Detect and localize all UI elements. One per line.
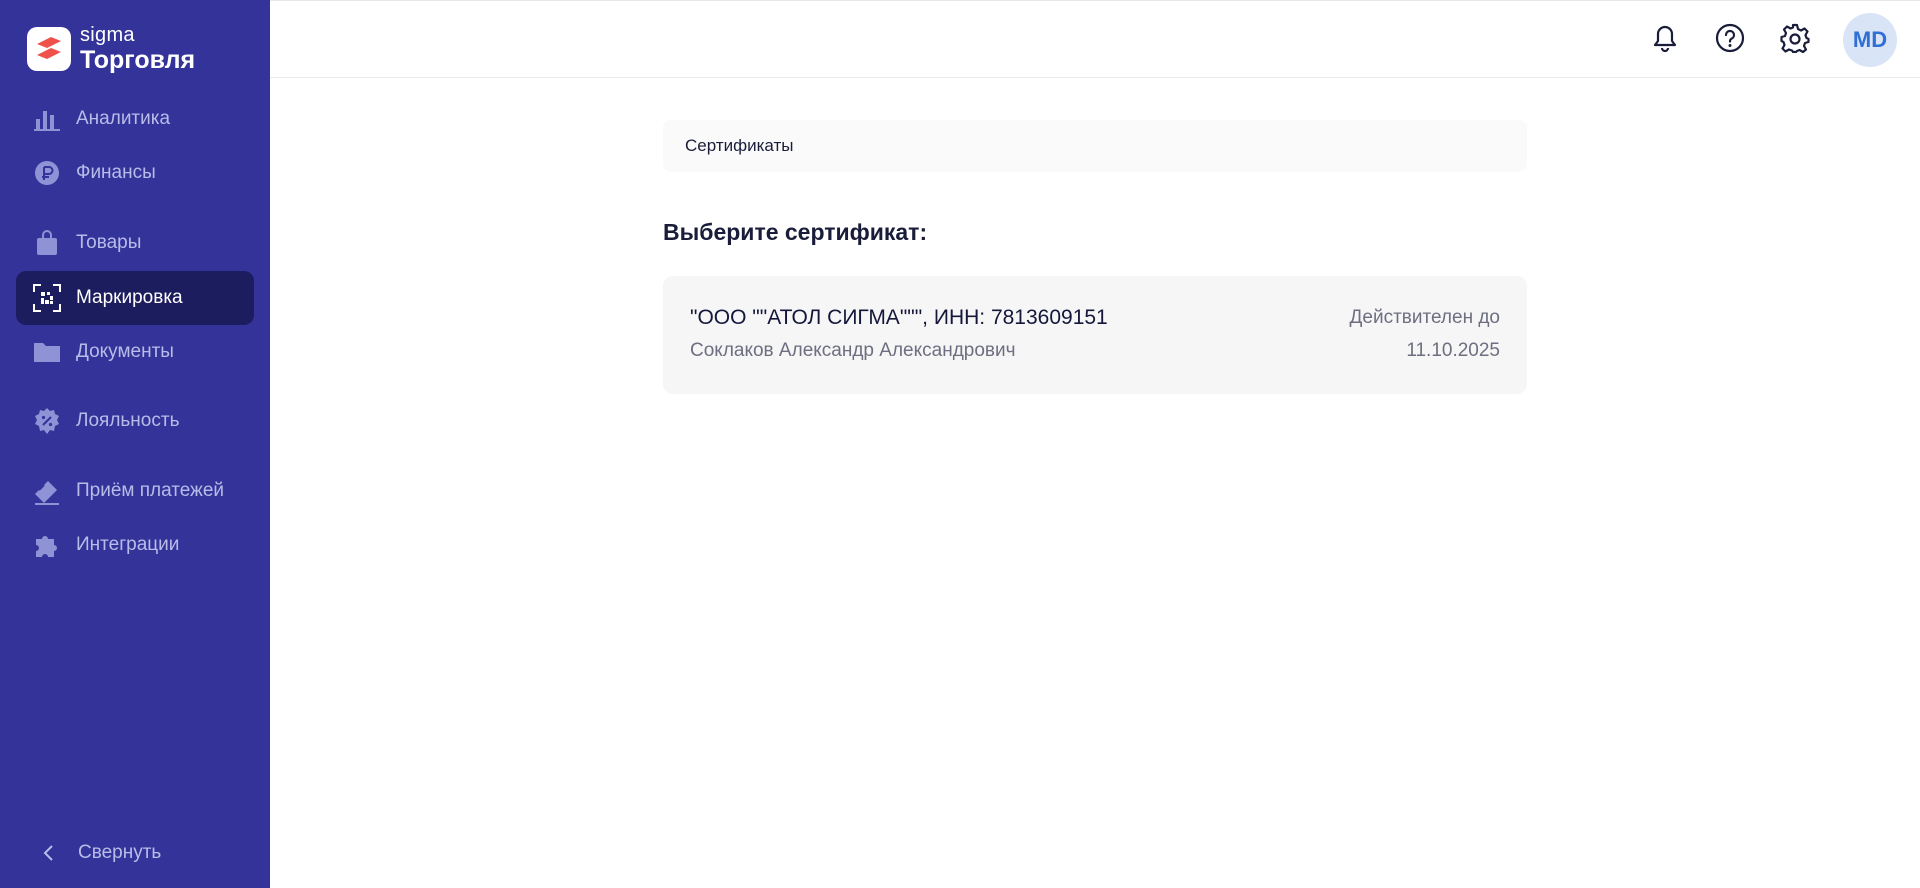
- sidebar-item-label: Аналитика: [76, 108, 171, 129]
- sidebar-item-marking[interactable]: Маркировка: [16, 271, 254, 325]
- bar-chart-icon: [32, 104, 62, 134]
- sidebar-item-analytics[interactable]: Аналитика: [16, 92, 254, 146]
- notifications-button[interactable]: [1646, 21, 1684, 59]
- payment-card-icon: [32, 476, 62, 506]
- sidebar-item-documents[interactable]: Документы: [16, 325, 254, 379]
- bell-icon: [1652, 24, 1678, 57]
- sidebar-item-integrations[interactable]: Интеграции: [16, 518, 254, 572]
- sigma-logo-icon: [27, 27, 71, 71]
- gear-icon: [1780, 23, 1810, 58]
- breadcrumb: Сертификаты: [663, 120, 1527, 172]
- sidebar-item-label: Приём платежей: [76, 480, 225, 501]
- settings-button[interactable]: [1776, 21, 1814, 59]
- breadcrumb-item[interactable]: Сертификаты: [685, 136, 793, 156]
- certificate-valid-label: Действителен до: [1349, 307, 1500, 328]
- top-header: MD: [270, 0, 1920, 78]
- help-icon: [1715, 23, 1745, 58]
- ruble-icon: [32, 158, 62, 188]
- sidebar-item-loyalty[interactable]: Лояльность: [16, 394, 254, 448]
- folder-icon: [32, 337, 62, 367]
- shopping-bag-icon: [32, 228, 62, 258]
- collapse-sidebar-button[interactable]: Свернуть: [16, 826, 254, 880]
- logo[interactable]: sigma Торговля: [27, 25, 195, 73]
- sidebar: sigma Торговля Аналитика Финансы Товары: [0, 0, 270, 888]
- main-content: Сертификаты Выберите сертификат: "ООО ""…: [270, 78, 1920, 888]
- logo-text: sigma Торговля: [80, 25, 195, 73]
- chevron-left-icon: [34, 838, 64, 868]
- sidebar-item-label: Лояльность: [76, 410, 180, 431]
- sidebar-item-payments[interactable]: Приём платежей: [16, 464, 254, 518]
- sidebar-item-finance[interactable]: Финансы: [16, 146, 254, 200]
- page-title: Выберите сертификат:: [663, 219, 928, 245]
- certificate-valid-date: 11.10.2025: [1406, 340, 1500, 361]
- help-button[interactable]: [1711, 21, 1749, 59]
- sidebar-item-label: Товары: [76, 232, 142, 253]
- puzzle-icon: [32, 530, 62, 560]
- certificate-org: "ООО ""АТОЛ СИГМА""", ИНН: 7813609151: [690, 306, 1108, 329]
- logo-product: Торговля: [80, 46, 196, 74]
- sidebar-item-label: Документы: [76, 341, 174, 362]
- logo-brand: sigma: [80, 24, 135, 46]
- sidebar-item-goods[interactable]: Товары: [16, 216, 254, 270]
- certificate-card[interactable]: "ООО ""АТОЛ СИГМА""", ИНН: 7813609151 Со…: [663, 276, 1527, 394]
- certificate-owner: Соклаков Александр Александрович: [690, 340, 1016, 361]
- collapse-label: Свернуть: [78, 842, 162, 863]
- sidebar-item-label: Интеграции: [76, 534, 180, 555]
- sidebar-item-label: Маркировка: [76, 287, 183, 308]
- discount-badge-icon: [32, 406, 62, 436]
- app-root: sigma Торговля Аналитика Финансы Товары: [0, 0, 1920, 888]
- datamatrix-scan-icon: [32, 283, 62, 313]
- user-avatar[interactable]: MD: [1843, 13, 1897, 67]
- sidebar-item-label: Финансы: [76, 162, 156, 183]
